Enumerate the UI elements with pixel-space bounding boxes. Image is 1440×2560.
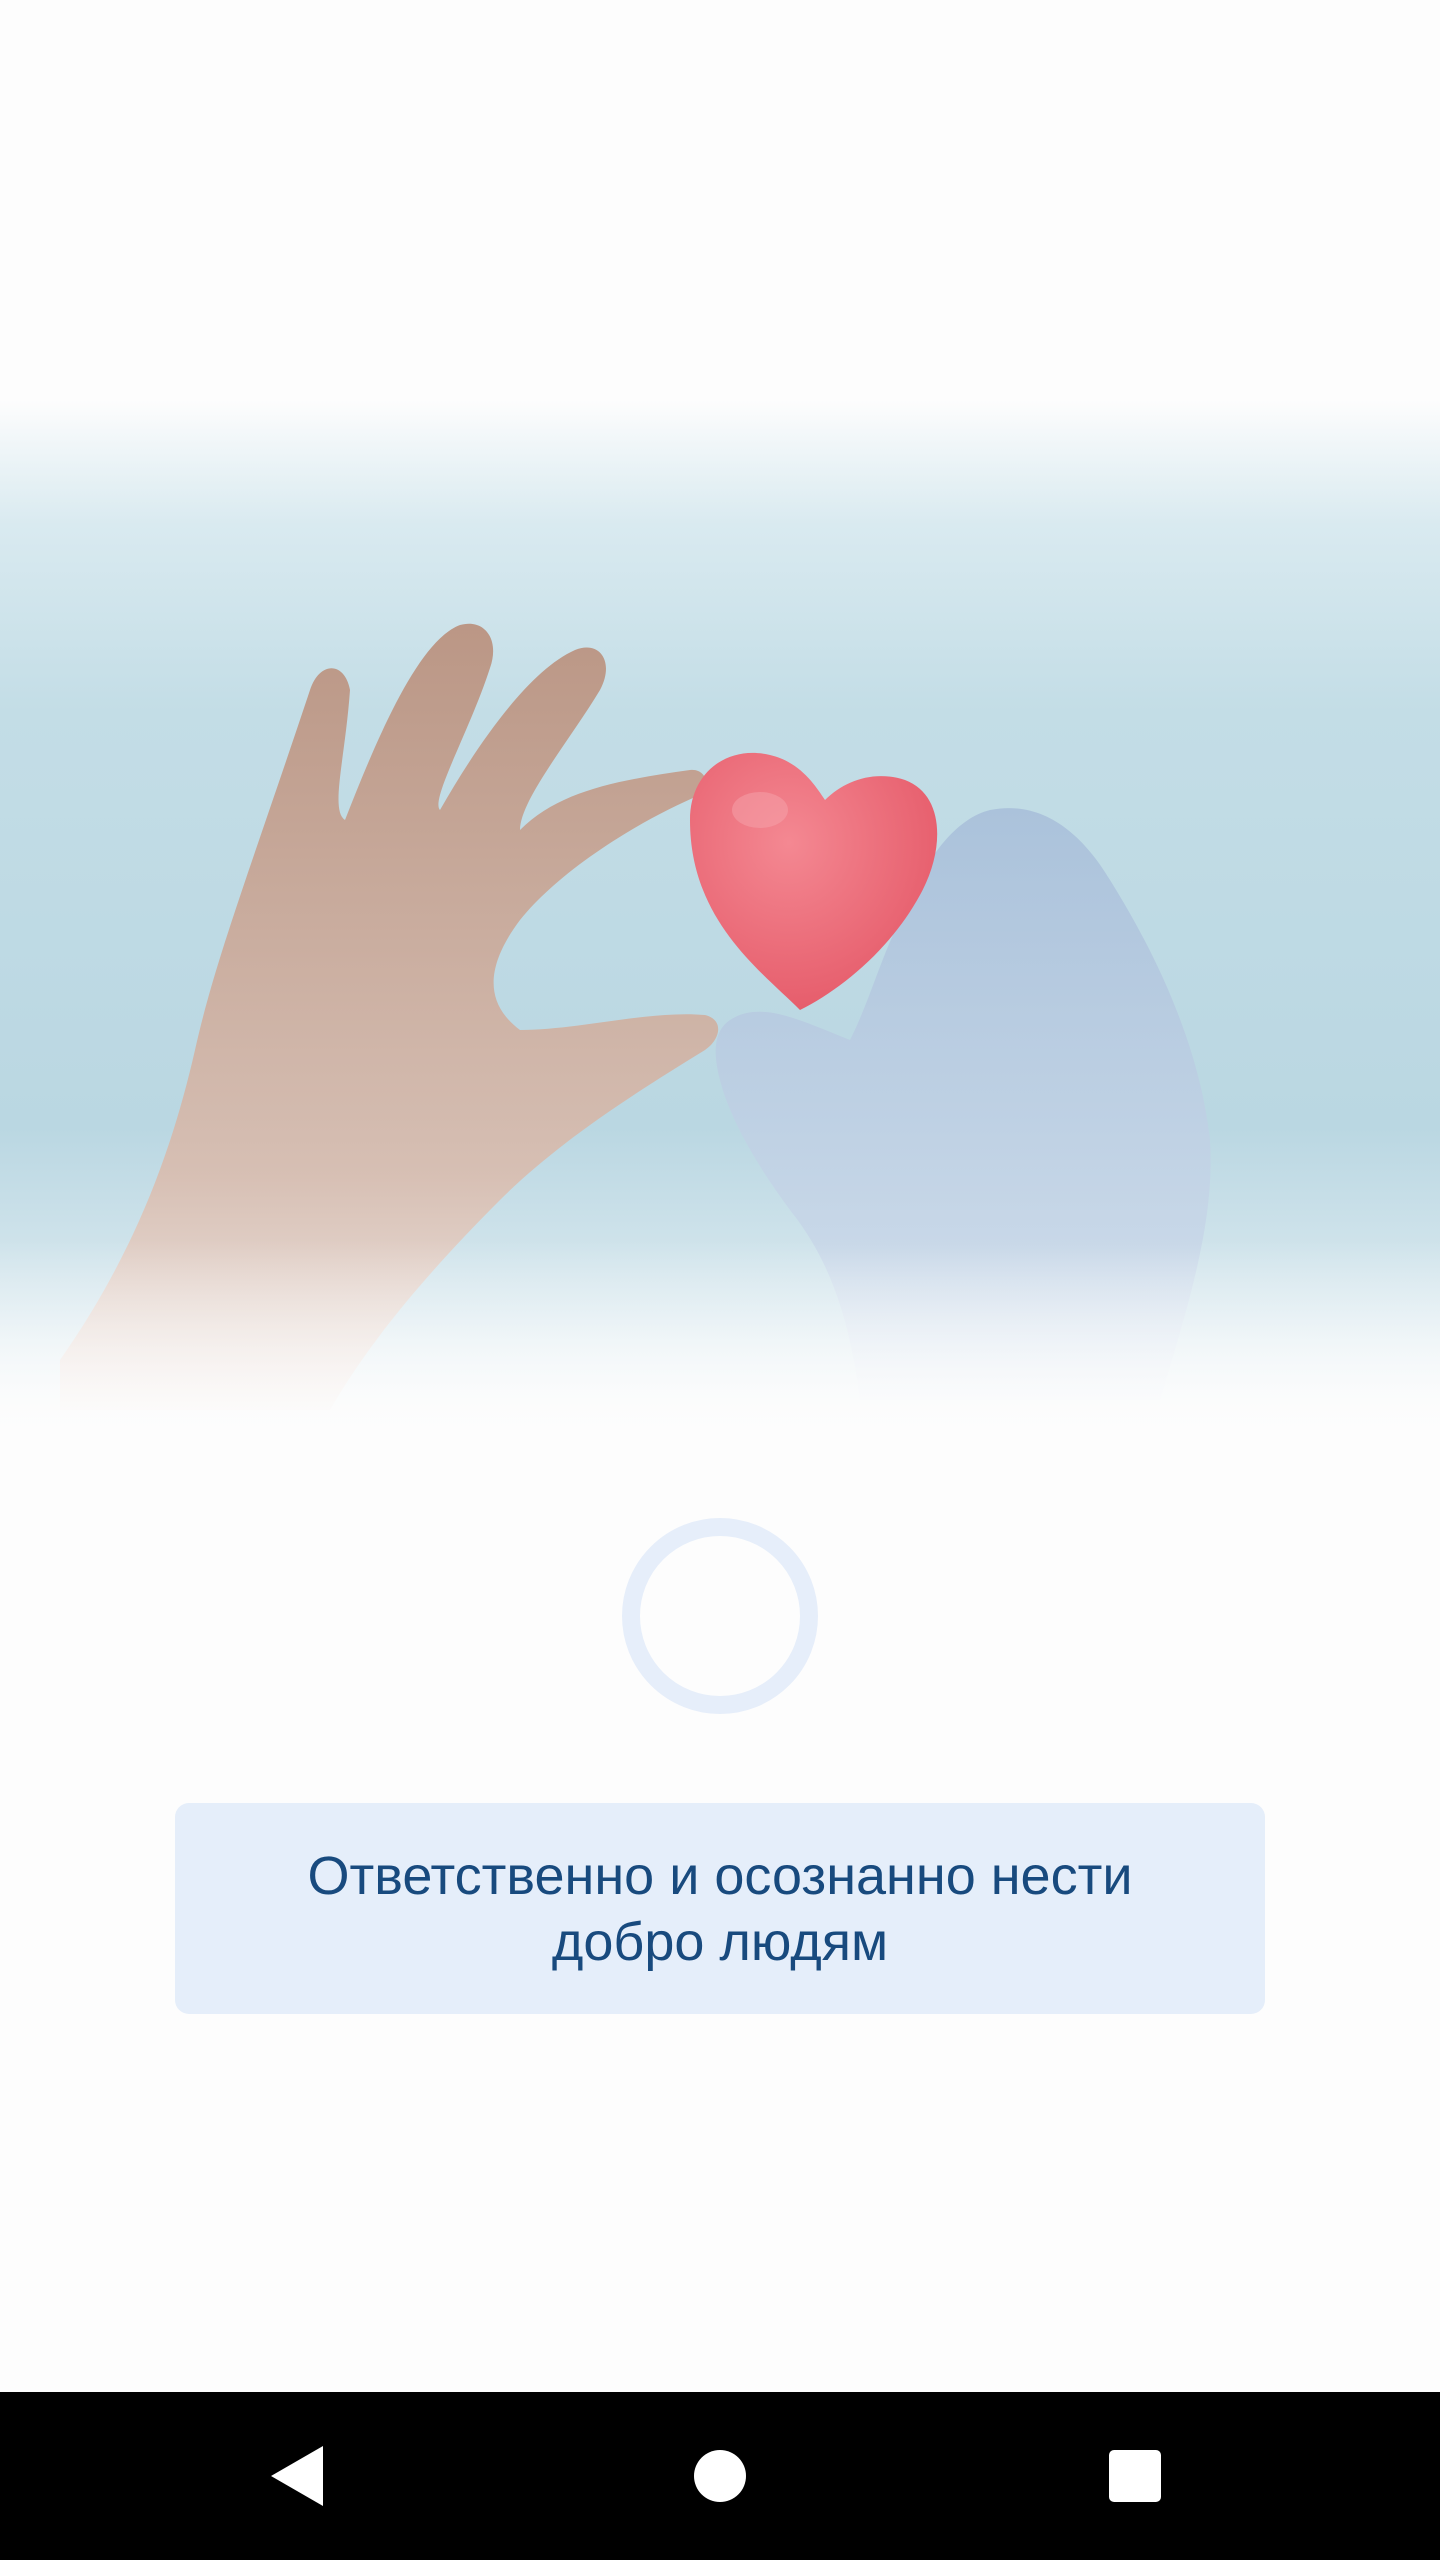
recents-button[interactable]: [1085, 2426, 1185, 2526]
slogan-text: Ответственно и осознанно нести добро люд…: [307, 1845, 1133, 1972]
loading-spinner: [622, 1518, 818, 1714]
home-circle-icon: [694, 2450, 746, 2502]
back-triangle-icon: [271, 2446, 323, 2506]
hero-image: [0, 400, 1440, 1440]
back-button[interactable]: [250, 2426, 350, 2526]
slogan-card: Ответственно и осознанно нести добро люд…: [175, 1803, 1265, 2014]
home-button[interactable]: [670, 2426, 770, 2526]
recents-square-icon: [1109, 2450, 1161, 2502]
splash-screen: Ответственно и осознанно нести добро люд…: [0, 0, 1440, 2560]
system-navigation-bar: [0, 2392, 1440, 2560]
